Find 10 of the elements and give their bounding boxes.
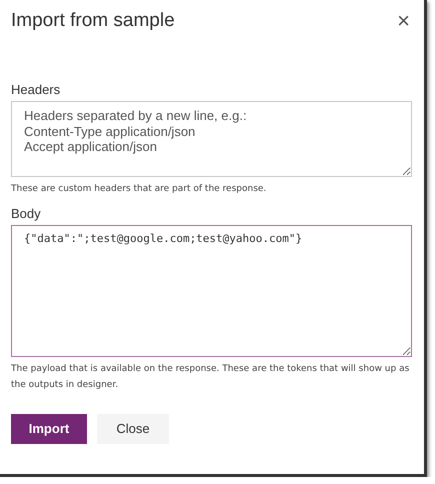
- close-button[interactable]: ×: [395, 10, 412, 32]
- field-hint: These are custom headers that are part of the response.: [11, 183, 268, 196]
- field-label: Body: [11, 206, 42, 221]
- import-button[interactable]: Import: [11, 414, 87, 444]
- close-dialog-button[interactable]: Close: [97, 414, 169, 444]
- dialog-title: Import from sample: [11, 10, 175, 32]
- code-input-field[interactable]: {"data":";test@google.com;test@yahoo.com"}: [11, 224, 412, 358]
- field-label: Headers: [11, 82, 62, 97]
- field-hint: The payload that is available on the response. These are the tokens that will show up as the outputs in designer.: [11, 363, 410, 392]
- input-field[interactable]: Headers separated by a new line, e.g.: Content-Type application/json Accept application/json: [11, 101, 412, 178]
